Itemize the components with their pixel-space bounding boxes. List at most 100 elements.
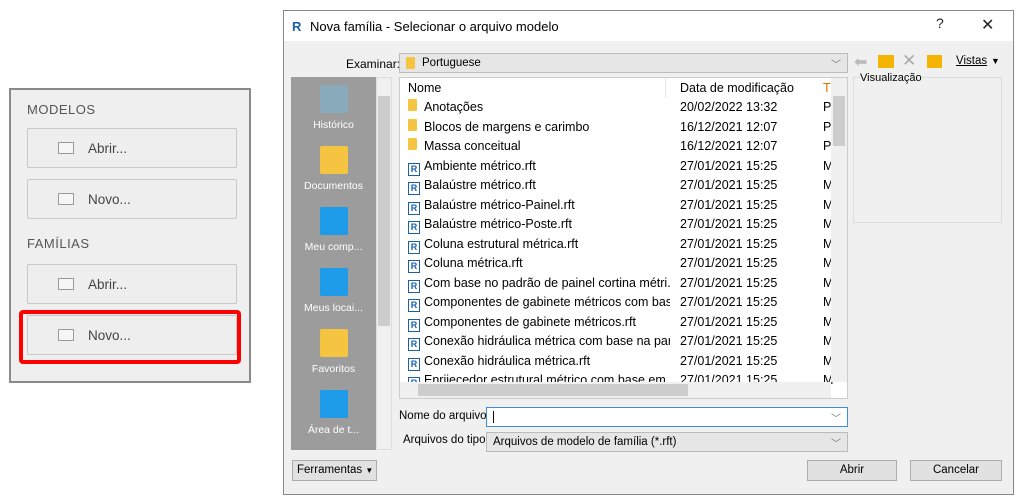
highlight-box — [19, 310, 241, 364]
file-name: R Conexão hidráulica métrica com base na … — [408, 332, 670, 352]
filename-input[interactable]: ﹀ — [486, 407, 848, 427]
column-header-date[interactable]: Data de modificação — [680, 78, 794, 98]
file-date: 27/01/2021 15:25 — [680, 158, 778, 173]
revit-file-icon: R — [408, 221, 420, 234]
label: Novo... — [88, 191, 131, 207]
preview-pane: Visualização — [853, 72, 1002, 223]
places-scrollbar[interactable] — [376, 77, 392, 450]
place-label: Meus locai... — [304, 302, 363, 314]
revit-file-icon: R — [408, 182, 420, 195]
label: Abrir... — [88, 140, 128, 156]
place-icon — [319, 146, 348, 174]
filetype-dropdown[interactable]: Arquivos de modelo de família (*.rft) ﹀ — [486, 432, 848, 452]
file-name: R Componentes de gabinete métricos com ba… — [408, 293, 670, 313]
file-date: 16/12/2021 12:07 — [680, 119, 778, 134]
views-menu[interactable]: Vistas — [956, 55, 987, 67]
place-label: Meu comp... — [304, 241, 363, 253]
file-row[interactable]: R Balaústre métrico.rft 27/01/2021 15:25 M — [400, 176, 833, 196]
filetype-label: Arquivos do tipo: — [403, 434, 489, 446]
tools-button[interactable]: Ferramentas ▼ — [292, 460, 377, 481]
file-row[interactable]: R Ambiente métrico.rft 27/01/2021 15:25 M — [400, 157, 833, 177]
place-label: Documentos — [304, 180, 363, 192]
revit-logo-icon: R — [292, 19, 302, 34]
cancel-button[interactable]: Cancelar — [910, 460, 1002, 481]
file-row[interactable]: R Conexão hidráulica métrica.rft 27/01/202… — [400, 352, 833, 372]
place-icon — [319, 390, 348, 418]
file-row[interactable]: R Com base no padrão de painel cortina mé… — [400, 274, 833, 294]
file-date: 27/01/2021 15:25 — [680, 275, 778, 290]
place-icon — [319, 329, 348, 357]
column-header-name[interactable]: Nome — [408, 78, 441, 98]
chevron-down-icon: ﹀ — [831, 414, 841, 425]
look-in-dropdown[interactable]: Portuguese ﹀ — [399, 53, 848, 73]
dropdown-arrow-icon[interactable]: ▼ — [991, 56, 1000, 66]
file-name: R Componentes de gabinete métricos.rft — [408, 313, 670, 333]
file-date: 27/01/2021 15:25 — [680, 178, 778, 192]
file-row[interactable]: R Conexão hidráulica métrica com base na … — [400, 332, 833, 352]
revit-file-icon: R — [408, 318, 420, 332]
models-open-button[interactable]: Abrir... — [27, 128, 237, 168]
file-row[interactable]: R Balaústre métrico-Painel.rft 27/01/2021 … — [400, 196, 833, 216]
file-name: R Balaústre métrico-Painel.rft — [408, 196, 670, 216]
models-heading: MODELOS — [27, 102, 96, 117]
file-row[interactable]: R Componentes de gabinete métricos.rft 27/… — [400, 313, 833, 333]
revit-file-icon: R — [408, 260, 420, 273]
file-name: R Balaústre métrico-Poste.rft — [408, 215, 670, 235]
file-date: 27/01/2021 15:25 — [680, 256, 778, 270]
chevron-down-icon: ﹀ — [831, 60, 841, 71]
preview-label: Visualização — [860, 72, 922, 84]
file-name: R Com base no padrão de painel cortina mé… — [408, 274, 670, 294]
file-row[interactable]: Blocos de margens e carimbo 16/12/2021 12… — [400, 118, 831, 138]
close-button[interactable]: ✕ — [981, 15, 994, 35]
new-folder-icon[interactable] — [927, 55, 942, 68]
place-item[interactable]: Favoritos — [291, 329, 376, 375]
models-new-button[interactable]: Novo... — [27, 179, 237, 219]
file-list: Nome Data de modificação T Anotações 20/0… — [399, 77, 848, 399]
horizontal-scrollbar[interactable] — [400, 382, 831, 398]
file-date: 27/01/2021 15:25 — [680, 353, 778, 368]
file-row[interactable]: R Coluna métrica.rft 27/01/2021 15:25 M — [400, 254, 833, 274]
revit-file-icon: R — [408, 357, 420, 371]
file-row[interactable]: R Balaústre métrico-Poste.rft 27/01/2021 1… — [400, 215, 833, 235]
revit-file-icon: R — [408, 162, 420, 176]
title-bar: R Nova família - Selecionar o arquivo mo… — [284, 11, 1013, 41]
places-bar: Histórico Documentos Meu comp... Meus locai… — [291, 77, 376, 450]
help-button[interactable]: ? — [936, 15, 944, 31]
vertical-scrollbar[interactable] — [831, 78, 847, 382]
place-item[interactable]: Meu comp... — [291, 207, 376, 253]
file-name: Massa conceitual — [408, 137, 670, 157]
place-item[interactable]: Histórico — [291, 85, 376, 131]
file-date: 27/01/2021 15:25 — [680, 217, 778, 231]
place-icon — [319, 207, 348, 235]
open-button[interactable]: Abrir — [807, 460, 897, 481]
column-header-type[interactable]: T — [823, 78, 831, 98]
recent-files-panel: MODELOS Abrir... Novo... FAMÍLIAS Abrir.… — [9, 88, 251, 383]
file-row[interactable]: R Coluna estrutural métrica.rft 27/01/2021… — [400, 235, 833, 255]
file-date: 20/02/2022 13:32 — [680, 100, 778, 114]
folder-icon — [408, 118, 417, 131]
file-name: R Coluna estrutural métrica.rft — [408, 235, 670, 255]
place-item[interactable]: Documentos — [291, 146, 376, 192]
file-row[interactable]: R Componentes de gabinete métricos com ba… — [400, 293, 833, 313]
up-folder-icon[interactable] — [878, 55, 894, 68]
file-date: 27/01/2021 15:25 — [680, 314, 778, 329]
file-name: R Ambiente métrico.rft — [408, 157, 670, 177]
place-item[interactable]: Área de t... — [291, 390, 376, 436]
dialog-title: Nova família - Selecionar o arquivo mode… — [310, 18, 559, 34]
back-arrow-icon[interactable]: ⬅ — [854, 52, 867, 72]
new-file-icon — [58, 193, 74, 205]
file-name: Anotações — [408, 98, 670, 118]
file-row[interactable]: Massa conceitual 16/12/2021 12:07 P — [400, 137, 831, 157]
families-open-button[interactable]: Abrir... — [27, 264, 237, 304]
families-heading: FAMÍLIAS — [27, 236, 90, 251]
file-name: R Conexão hidráulica métrica.rft — [408, 352, 670, 372]
place-label: Favoritos — [311, 363, 356, 375]
dropdown-arrow-icon: ▼ — [365, 466, 374, 475]
look-in-label: Examinar: — [346, 57, 401, 71]
file-name: R Balaústre métrico.rft — [408, 176, 670, 196]
place-item[interactable]: Meus locai... — [291, 268, 376, 314]
file-name: Blocos de margens e carimbo — [408, 118, 670, 138]
file-row[interactable]: Anotações 20/02/2022 13:32 P — [400, 98, 831, 118]
folder-icon — [406, 57, 415, 69]
delete-icon[interactable]: ✕ — [902, 51, 916, 71]
